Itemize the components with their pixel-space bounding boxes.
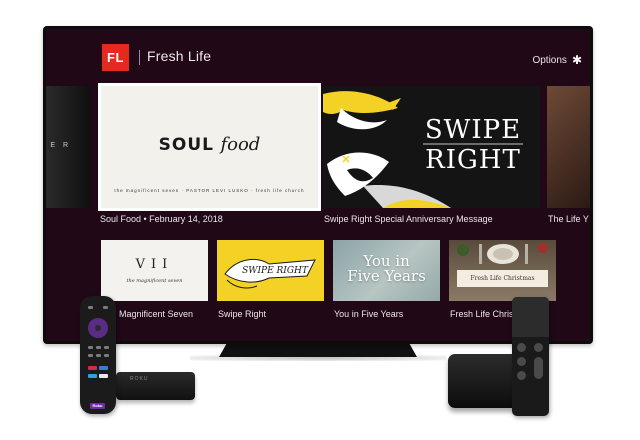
- fork-shape: [479, 244, 482, 264]
- card-caption-five-years: You in Five Years: [334, 309, 404, 319]
- christmas-artwork-label: Fresh Life Christmas: [457, 270, 548, 287]
- roku-home-button-icon: [103, 306, 108, 309]
- roku-button-icon: [96, 354, 101, 357]
- art-word-soul: SOUL: [158, 135, 215, 155]
- roku-button-icon: [104, 354, 109, 357]
- series-tile-magnificent-seven[interactable]: VII the magnificent seven: [101, 240, 208, 301]
- card-caption-magnificent-seven: Magnificent Seven: [119, 309, 194, 319]
- series-tile-fresh-life-christmas[interactable]: Fresh Life Christmas: [449, 240, 556, 301]
- touch-surface: [512, 297, 549, 337]
- vii-artwork-subtext: the magnificent seven: [126, 278, 183, 284]
- apple-tv-remote: [512, 297, 549, 416]
- roku-app-button-icon: [99, 366, 108, 370]
- asterisk-icon: ✱: [571, 53, 582, 67]
- partial-tile-text: E R: [50, 142, 71, 149]
- roku-dpad-icon: [88, 318, 108, 338]
- swipe-right-artwork: SWIPE RIGHT: [323, 91, 523, 208]
- christmas-table-artwork: [457, 243, 548, 264]
- featured-caption-soul-food: Soul Food • February 14, 2018: [100, 214, 223, 224]
- roku-app-button-icon: [88, 374, 97, 378]
- vii-artwork-text: VII: [135, 257, 174, 272]
- roku-button-icon: [88, 346, 93, 349]
- roku-button-icon: [96, 346, 101, 349]
- roku-button-icon: [88, 354, 93, 357]
- roku-remote: Roku: [80, 296, 116, 414]
- volume-rocker-icon: [534, 357, 543, 379]
- swipe-small-text: SWIPE RIGHT: [242, 266, 309, 276]
- roku-box-logo: ROKU: [130, 376, 149, 382]
- app-title: Fresh Life: [147, 48, 212, 64]
- soul-food-subtext: the magnificent seven · PASTOR LEVI LUSK…: [114, 188, 305, 193]
- plate-center-shape: [493, 248, 513, 260]
- featured-caption-swipe-right: Swipe Right Special Anniversary Message: [324, 214, 493, 224]
- tv: FL Fresh Life Options ✱ E R SOUL food th…: [43, 26, 593, 344]
- options-button[interactable]: Options ✱: [532, 53, 582, 67]
- siri-button-icon: [517, 357, 526, 366]
- knife-shape: [525, 244, 528, 264]
- roku-app-button-icon: [99, 374, 108, 378]
- art-word-food: food: [220, 134, 261, 155]
- greenery-shape: [457, 244, 469, 256]
- featured-caption-partial: The Life Y: [548, 214, 589, 224]
- featured-tile-soul-food[interactable]: SOUL food the magnificent seven · PASTOR…: [99, 84, 320, 210]
- yellow-bird-shape: [323, 91, 398, 114]
- right-word: RIGHT: [425, 145, 521, 175]
- tv-button-icon: [534, 343, 543, 352]
- series-tile-you-in-five-years[interactable]: You in Five Years: [333, 240, 440, 301]
- featured-tile-partial-right[interactable]: [547, 86, 590, 208]
- menu-button-icon: [517, 343, 526, 352]
- roku-netflix-button-icon: [88, 366, 97, 370]
- card-caption-swipe-right: Swipe Right: [218, 309, 267, 319]
- tv-screen: FL Fresh Life Options ✱ E R SOUL food th…: [46, 29, 590, 341]
- options-label: Options: [532, 54, 567, 66]
- ornament-shape: [538, 243, 548, 253]
- roku-back-button-icon: [88, 306, 93, 309]
- featured-tile-swipe-right[interactable]: SWIPE RIGHT: [323, 86, 540, 208]
- series-tile-swipe-right[interactable]: SWIPE RIGHT: [217, 240, 324, 301]
- app-logo: FL: [102, 44, 129, 71]
- roku-remote-tag: Roku: [90, 403, 105, 409]
- roku-player: ROKU: [116, 372, 195, 400]
- five-years-line2: Five Years: [347, 267, 426, 285]
- five-years-artwork: You in Five Years: [333, 254, 440, 284]
- tv-stand: [219, 343, 417, 357]
- play-pause-button-icon: [517, 371, 526, 380]
- roku-button-icon: [104, 346, 109, 349]
- featured-tile-partial-left[interactable]: E R: [46, 86, 91, 208]
- soul-food-artwork: SOUL food: [101, 134, 318, 155]
- swipe-small-artwork: SWIPE RIGHT: [224, 258, 316, 289]
- swipe-word: SWIPE: [425, 115, 521, 145]
- header-divider: [139, 50, 140, 65]
